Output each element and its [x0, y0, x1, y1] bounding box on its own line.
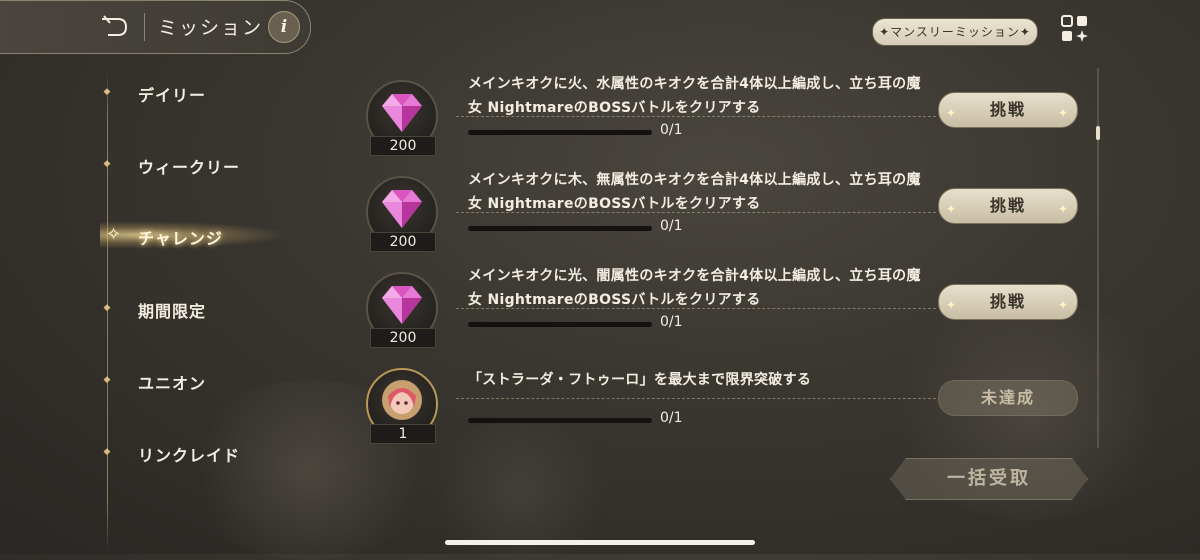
mission-divider: [456, 308, 936, 310]
header-bar: ミッション i: [0, 0, 311, 54]
sidebar-item-link-raid[interactable]: リンクレイド: [138, 442, 240, 466]
progress-text: 0/1: [660, 314, 683, 330]
character-portrait-icon: [382, 380, 422, 420]
progress-bar: [468, 130, 652, 135]
active-ornament-icon: ✧: [106, 224, 122, 245]
mission-divider: [456, 398, 936, 400]
menu-grid-icon[interactable]: [1060, 14, 1090, 44]
header-divider: [144, 13, 145, 41]
sidebar-item-challenge[interactable]: チャレンジ: [138, 225, 223, 249]
mission-divider: [456, 212, 936, 214]
gem-icon: [382, 286, 422, 324]
sidebar-dot-icon: ◆: [103, 375, 111, 385]
progress-text: 0/1: [660, 122, 683, 138]
reward-count: 200: [370, 136, 436, 156]
reward-count: 200: [370, 328, 436, 348]
sidebar-item-limited[interactable]: 期間限定: [138, 298, 206, 322]
progress-bar: [468, 226, 652, 231]
mission-divider: [456, 116, 936, 118]
page-title: ミッション: [158, 17, 264, 39]
scrollbar-track[interactable]: [1097, 68, 1099, 448]
gem-icon: [382, 190, 422, 228]
sparkle-icon: ✦: [946, 106, 957, 120]
sidebar-item-daily[interactable]: デイリー: [138, 82, 206, 106]
home-indicator[interactable]: [445, 540, 755, 545]
mission-item: 200 メインキオクに火、水属性のキオクを合計4体以上編成し、立ち耳の魔女 Ni…: [366, 72, 1086, 164]
sidebar-item-union[interactable]: ユニオン: [138, 370, 206, 394]
back-icon[interactable]: [96, 14, 132, 40]
mission-description: メインキオクに木、無属性のキオクを合計4体以上編成し、立ち耳の魔女 Nightm…: [468, 172, 921, 212]
challenge-button[interactable]: 挑戦: [938, 92, 1078, 128]
sidebar-dot-icon: ◆: [103, 87, 111, 97]
sidebar-dot-icon: ◆: [103, 303, 111, 313]
mission-description: 「ストラーダ・フトゥーロ」を最大まで限界突破する: [468, 372, 812, 388]
reward-count: 1: [370, 424, 436, 444]
progress-bar: [468, 418, 652, 423]
sidebar-dot-icon: ◆: [103, 447, 111, 457]
scrollbar-thumb[interactable]: [1096, 126, 1100, 140]
sparkle-icon: ✦: [1058, 106, 1069, 120]
sparkle-icon: ✦: [946, 202, 957, 216]
mission-item: 200 メインキオクに木、無属性のキオクを合計4体以上編成し、立ち耳の魔女 Ni…: [366, 168, 1086, 260]
progress-bar: [468, 322, 652, 327]
mission-description: メインキオクに光、闇属性のキオクを合計4体以上編成し、立ち耳の魔女 Nightm…: [468, 268, 921, 308]
sidebar-item-weekly[interactable]: ウィークリー: [138, 154, 240, 178]
sidebar-dot-icon: ◆: [103, 159, 111, 169]
mission-item: 1 「ストラーダ・フトゥーロ」を最大まで限界突破する 0/1 未達成: [366, 360, 1086, 452]
progress-text: 0/1: [660, 218, 683, 234]
challenge-button[interactable]: 挑戦: [938, 188, 1078, 224]
mission-description: メインキオクに火、水属性のキオクを合計4体以上編成し、立ち耳の魔女 Nightm…: [468, 76, 921, 116]
progress-text: 0/1: [660, 410, 683, 426]
info-button[interactable]: i: [268, 11, 300, 43]
sparkle-icon: ✦: [946, 298, 957, 312]
reward-count: 200: [370, 232, 436, 252]
mission-item: 200 メインキオクに光、闇属性のキオクを合計4体以上編成し、立ち耳の魔女 Ni…: [366, 264, 1086, 356]
bulk-receive-button[interactable]: 一括受取: [890, 458, 1088, 500]
sparkle-icon: ✦: [1058, 298, 1069, 312]
gem-icon: [382, 94, 422, 132]
monthly-mission-button[interactable]: ✦マンスリーミッション✦: [872, 18, 1038, 46]
sparkle-icon: ✦: [1058, 202, 1069, 216]
not-achieved-button[interactable]: 未達成: [938, 380, 1078, 416]
challenge-button[interactable]: 挑戦: [938, 284, 1078, 320]
